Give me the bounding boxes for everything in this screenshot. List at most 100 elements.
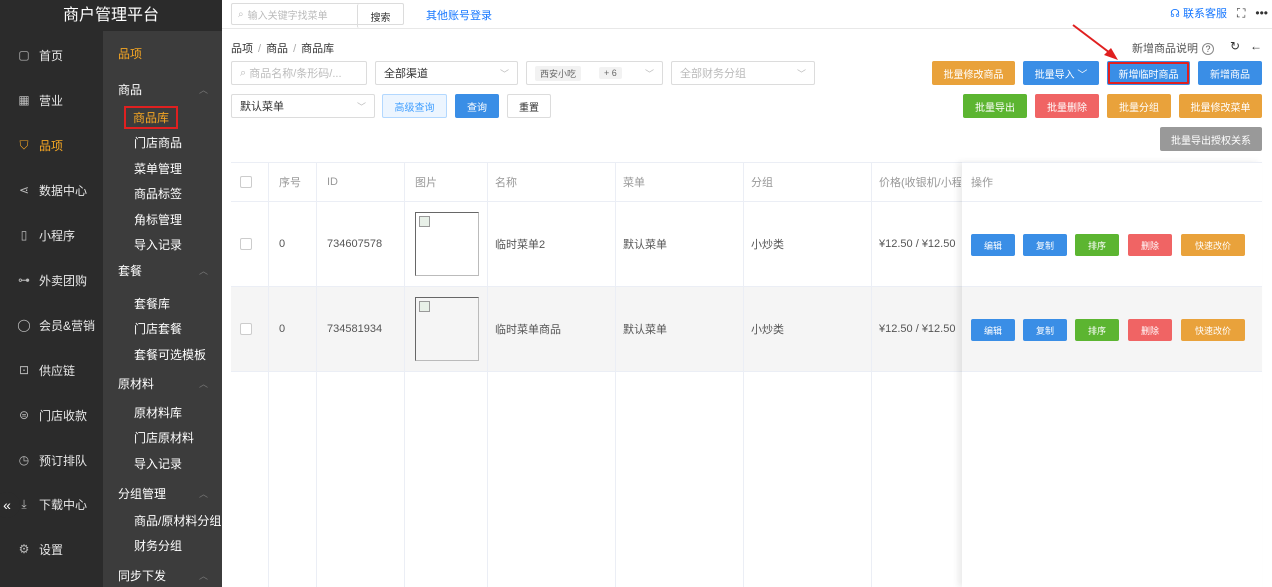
nav-item[interactable]: ⛉ 品项 [0,133,103,157]
finance-group-select[interactable]: 全部财务分组 ﹀ [671,61,815,85]
store-select[interactable]: 西安小吃 + 6 ﹀ [526,61,663,85]
row-checkbox[interactable] [240,287,252,371]
nav-item-label: 品项 [39,138,64,153]
channel-select[interactable]: 全部渠道 ﹀ [375,61,518,85]
chevron-down-icon: ﹀ [1074,69,1088,81]
nav-item[interactable]: ⊶ 外卖团购 [0,268,103,292]
chevron-up-icon: ︿ [198,265,208,276]
truck-icon: ⊡ [18,363,30,377]
add-product-help[interactable]: 新增商品说明? [1132,40,1214,56]
sub-nav-item[interactable]: 原材料库 [103,401,222,423]
sub-nav-group[interactable]: 分组管理 ︿ [103,481,222,505]
sub-nav-item[interactable]: 导入记录 [103,234,222,256]
menu-search-input[interactable]: ⌕ 输入关键字找菜单 [232,4,357,24]
sub-nav-item[interactable]: 商品库 [103,105,222,129]
sub-nav-item[interactable]: 门店套餐 [103,318,222,340]
select-all-checkbox[interactable] [240,163,252,201]
sub-nav-item[interactable]: 套餐可选模板 [103,343,222,365]
nav-item[interactable]: ⊜ 门店收款 [0,403,103,427]
batch-export-button[interactable]: 批量导出 [963,94,1027,118]
product-image [415,202,479,286]
menu-select[interactable]: 默认菜单 ﹀ [231,94,375,118]
sub-nav-item-label: 套餐可选模板 [134,347,207,362]
sub-nav-item[interactable]: 财务分组 [103,535,222,557]
sub-nav-item[interactable]: 商品标签 [103,183,222,205]
nav-item[interactable]: ▯ 小程序 [0,223,103,247]
sub-nav-group-label: 原材料 [118,376,155,391]
row-operations: 编辑 复制 排序 删除 快速改价 [962,287,1262,372]
other-account-login-link[interactable]: 其他账号登录 [426,7,492,23]
nav-item[interactable]: ◷ 预订排队 [0,448,103,472]
breadcrumb-item[interactable]: 商品 [266,43,288,55]
advanced-query-button[interactable]: 高级查询 [382,94,447,118]
nav-item[interactable]: ▢ 首页 [0,43,103,67]
copy-button[interactable]: 复制 [1023,319,1067,341]
batch-group-button[interactable]: 批量分组 [1107,94,1171,118]
edit-button[interactable]: 编辑 [971,319,1015,341]
sub-nav-group[interactable]: 同步下发 ︿ [103,563,222,587]
contact-service-link[interactable]: ☊ 联系客服 [1170,5,1227,21]
sub-nav-title: 品项 [103,41,222,65]
broken-image-icon [415,297,479,361]
bike-icon: ⊶ [18,273,30,287]
sub-nav-group[interactable]: 原材料 ︿ [103,371,222,395]
sub-nav-group[interactable]: 套餐 ︿ [103,258,222,282]
fullscreen-icon[interactable]: ⛶ [1237,6,1245,21]
nav-item[interactable]: ◯ 会员&营销 [0,313,103,337]
delete-button[interactable]: 删除 [1128,319,1172,341]
back-icon[interactable]: ← [1250,39,1262,53]
add-product-button[interactable]: 新增商品 [1198,61,1262,85]
sub-nav-item[interactable]: 菜单管理 [103,157,222,179]
sub-nav-item[interactable]: 套餐库 [103,292,222,314]
batch-delete-button[interactable]: 批量删除 [1035,94,1099,118]
nav-item-label: 供应链 [39,363,76,378]
sub-nav-group[interactable]: 商品 ︿ [103,77,222,101]
user-icon: ◯ [17,318,31,332]
refresh-icon[interactable]: ↻ [1230,39,1240,53]
sub-nav-item-label: 财务分组 [134,539,183,553]
bag-icon: ⛉ [19,137,29,152]
product-name-search-input[interactable]: ⌕ 商品名称/条形码/... [231,61,367,85]
chevron-up-icon: ︿ [198,488,208,499]
batch-import-button[interactable]: 批量导入 ﹀ [1023,61,1099,85]
chevron-down-icon: ﹀ [356,102,366,112]
add-temporary-product-button[interactable]: 新增临时商品 [1107,61,1190,85]
headset-icon: ☊ [1170,8,1183,20]
query-button[interactable]: 查询 [455,94,499,118]
quick-price-button[interactable]: 快速改价 [1181,234,1245,256]
sub-nav-item[interactable]: 角标管理 [103,208,222,230]
nav-item[interactable]: ⊡ 供应链 [0,358,103,382]
sub-nav-item[interactable]: 门店商品 [103,132,222,154]
breadcrumb-item[interactable]: 品项 [231,43,253,55]
cell-group: 小炒类 [751,239,784,251]
sub-nav-item[interactable]: 导入记录 [103,452,222,474]
reset-button[interactable]: 重置 [507,94,551,118]
header-group: 分组 [751,177,773,189]
batch-edit-products-button[interactable]: 批量修改商品 [932,61,1015,85]
header-index: 序号 [279,177,301,189]
sub-nav-item[interactable]: 门店原材料 [103,427,222,449]
sort-button[interactable]: 排序 [1075,319,1119,341]
sort-button[interactable]: 排序 [1075,234,1119,256]
header-ops: 操作 [962,162,1262,202]
nav-item[interactable]: ▦ 营业 [0,88,103,112]
batch-export-auth-button[interactable]: 批量导出授权关系 [1160,127,1262,151]
sub-nav-item[interactable]: 商品/原材料分组 [103,509,222,531]
quick-price-button[interactable]: 快速改价 [1181,319,1245,341]
menu-search: ⌕ 输入关键字找菜单 搜索 [231,3,404,28]
copy-button[interactable]: 复制 [1023,234,1067,256]
home-icon: ▢ [18,48,30,62]
nav-item[interactable]: ⋖ 数据中心 [0,178,103,202]
more-icon[interactable]: ••• [1255,6,1268,20]
chevron-down-icon: ﹀ [796,69,806,79]
sub-nav-group-label: 分组管理 [118,486,167,501]
delete-button[interactable]: 删除 [1128,234,1172,256]
row-checkbox[interactable] [240,202,252,286]
nav-item[interactable]: ⚙ 设置 [0,537,103,561]
edit-button[interactable]: 编辑 [971,234,1015,256]
batch-edit-menu-button[interactable]: 批量修改菜单 [1179,94,1262,118]
cell-name: 临时菜单商品 [495,324,561,336]
sub-nav-item-label: 导入记录 [134,238,183,252]
sub-nav-item-label: 门店套餐 [134,322,183,336]
menu-search-button[interactable]: 搜索 [357,4,403,28]
